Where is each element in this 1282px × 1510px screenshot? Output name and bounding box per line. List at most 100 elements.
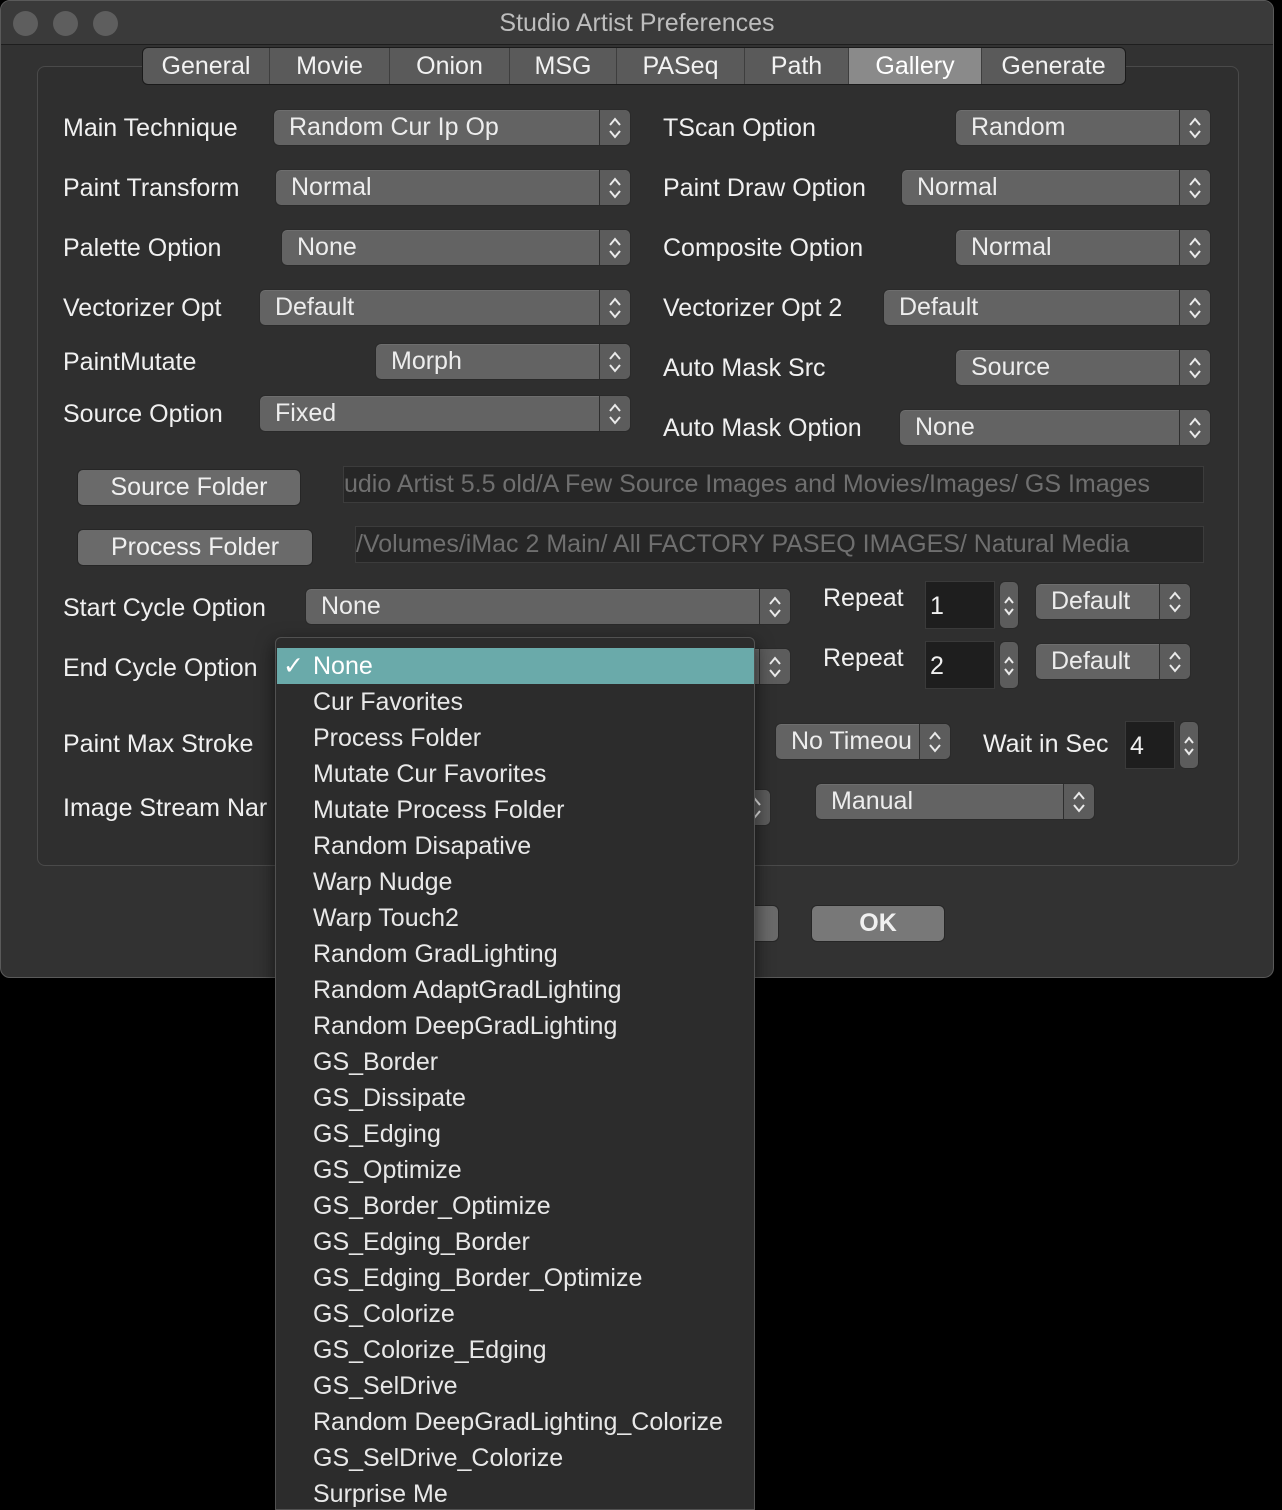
menu-item[interactable]: GS_Edging_Border_Optimize bbox=[277, 1260, 754, 1296]
menu-item[interactable]: GS_SelDrive_Colorize bbox=[277, 1440, 754, 1476]
tab-msg[interactable]: MSG bbox=[510, 48, 617, 84]
start-cycle-option-value: None bbox=[321, 592, 381, 620]
tab-generate[interactable]: Generate bbox=[982, 48, 1125, 84]
source-option-label: Source Option bbox=[63, 400, 223, 428]
start-repeat-field[interactable]: 1 bbox=[925, 581, 995, 629]
paint-transform-value: Normal bbox=[291, 173, 372, 201]
vectorizer-opt-value: Default bbox=[275, 293, 355, 321]
menu-item[interactable]: Random DeepGradLighting bbox=[277, 1008, 754, 1044]
menu-item[interactable]: Random DeepGradLighting_Colorize bbox=[277, 1404, 754, 1440]
process-folder-path: /Volumes/iMac 2 Main/ All FACTORY PASEQ … bbox=[355, 526, 1204, 563]
updown-chevron-icon bbox=[599, 290, 630, 325]
vectorizer-opt-2-popup[interactable]: Default bbox=[883, 289, 1211, 326]
vectorizer-opt-popup[interactable]: Default bbox=[259, 289, 631, 326]
start-cycle-option-label: Start Cycle Option bbox=[63, 594, 266, 622]
menu-item[interactable]: GS_Colorize_Edging bbox=[277, 1332, 754, 1368]
image-stream-mode-value: Manual bbox=[831, 787, 913, 815]
main-technique-label: Main Technique bbox=[63, 114, 238, 142]
tab-path[interactable]: Path bbox=[745, 48, 849, 84]
title-bar[interactable]: Studio Artist Preferences bbox=[1, 1, 1273, 45]
image-stream-name-label: Image Stream Nar bbox=[63, 794, 268, 822]
auto-mask-option-popup[interactable]: None bbox=[899, 409, 1211, 446]
updown-chevron-icon bbox=[1063, 784, 1094, 819]
process-folder-button[interactable]: Process Folder bbox=[77, 529, 313, 566]
wait-in-sec-stepper[interactable] bbox=[1179, 721, 1199, 769]
menu-item[interactable]: GS_Dissipate bbox=[277, 1080, 754, 1116]
wait-in-sec-field[interactable]: 4 bbox=[1125, 721, 1175, 769]
wait-in-sec-label: Wait in Sec bbox=[983, 730, 1109, 758]
updown-chevron-icon bbox=[759, 589, 790, 624]
paint-max-stroke-label: Paint Max Stroke bbox=[63, 730, 254, 758]
menu-item[interactable]: Random Disapative bbox=[277, 828, 754, 864]
start-default-popup[interactable]: Default bbox=[1035, 583, 1191, 620]
end-cycle-option-label: End Cycle Option bbox=[63, 654, 258, 682]
menu-item[interactable]: GS_Optimize bbox=[277, 1152, 754, 1188]
updown-chevron-icon bbox=[599, 110, 630, 145]
paint-transform-popup[interactable]: Normal bbox=[275, 169, 631, 206]
tscan-option-value: Random bbox=[971, 113, 1066, 141]
palette-option-popup[interactable]: None bbox=[281, 229, 631, 266]
auto-mask-src-popup[interactable]: Source bbox=[955, 349, 1211, 386]
tab-movie[interactable]: Movie bbox=[270, 48, 390, 84]
composite-option-popup[interactable]: Normal bbox=[955, 229, 1211, 266]
start-cycle-option-popup[interactable]: None bbox=[305, 588, 791, 625]
paint-draw-option-popup[interactable]: Normal bbox=[901, 169, 1211, 206]
end-cycle-option-menu: ✓ None Cur Favorites Process Folder Mutate C… bbox=[275, 637, 755, 1510]
start-default-value: Default bbox=[1051, 587, 1131, 615]
tab-onion[interactable]: Onion bbox=[390, 48, 510, 84]
palette-option-label: Palette Option bbox=[63, 234, 222, 262]
start-repeat-label: Repeat bbox=[823, 584, 904, 612]
vectorizer-opt-2-value: Default bbox=[899, 293, 979, 321]
menu-item[interactable]: Mutate Process Folder bbox=[277, 792, 754, 828]
paint-mutate-label: PaintMutate bbox=[63, 348, 197, 376]
menu-item[interactable]: ✓ None bbox=[277, 648, 754, 684]
menu-item[interactable]: Process Folder bbox=[277, 720, 754, 756]
menu-item[interactable]: Surprise Me bbox=[277, 1476, 754, 1510]
updown-chevron-icon bbox=[1179, 410, 1210, 445]
menu-item[interactable]: GS_Border bbox=[277, 1044, 754, 1080]
updown-chevron-icon bbox=[599, 170, 630, 205]
tab-general[interactable]: General bbox=[143, 48, 270, 84]
checkmark-icon: ✓ bbox=[283, 652, 304, 680]
menu-item[interactable]: GS_Colorize bbox=[277, 1296, 754, 1332]
image-stream-mode-popup[interactable]: Manual bbox=[815, 783, 1095, 820]
menu-item[interactable]: GS_Edging_Border bbox=[277, 1224, 754, 1260]
updown-chevron-icon bbox=[759, 649, 790, 684]
updown-chevron-icon bbox=[1179, 290, 1210, 325]
menu-item[interactable]: GS_Edging bbox=[277, 1116, 754, 1152]
end-default-value: Default bbox=[1051, 647, 1131, 675]
source-folder-path: udio Artist 5.5 old/A Few Source Images … bbox=[343, 466, 1204, 503]
start-repeat-stepper[interactable] bbox=[999, 581, 1019, 629]
window-title: Studio Artist Preferences bbox=[499, 9, 775, 37]
end-repeat-stepper[interactable] bbox=[999, 641, 1019, 689]
paint-draw-option-label: Paint Draw Option bbox=[663, 174, 866, 202]
main-technique-value: Random Cur Ip Op bbox=[289, 113, 499, 141]
menu-item[interactable]: Random AdaptGradLighting bbox=[277, 972, 754, 1008]
tscan-option-popup[interactable]: Random bbox=[955, 109, 1211, 146]
main-technique-popup[interactable]: Random Cur Ip Op bbox=[273, 109, 631, 146]
vectorizer-opt-label: Vectorizer Opt bbox=[63, 294, 222, 322]
menu-item[interactable]: Cur Favorites bbox=[277, 684, 754, 720]
menu-item[interactable]: Mutate Cur Favorites bbox=[277, 756, 754, 792]
tab-paseq[interactable]: PASeq bbox=[617, 48, 745, 84]
source-option-value: Fixed bbox=[275, 399, 337, 427]
menu-item[interactable]: GS_SelDrive bbox=[277, 1368, 754, 1404]
menu-item[interactable]: GS_Border_Optimize bbox=[277, 1188, 754, 1224]
source-option-popup[interactable]: Fixed bbox=[259, 395, 631, 432]
ok-button[interactable]: OK bbox=[811, 905, 945, 942]
tab-bar: General Movie Onion MSG PASeq Path Galle… bbox=[142, 47, 1126, 85]
menu-item[interactable]: Random GradLighting bbox=[277, 936, 754, 972]
menu-item[interactable]: Warp Touch2 bbox=[277, 900, 754, 936]
auto-mask-option-value: None bbox=[915, 413, 975, 441]
updown-chevron-icon bbox=[1179, 230, 1210, 265]
updown-chevron-icon bbox=[919, 724, 950, 759]
end-repeat-field[interactable]: 2 bbox=[925, 641, 995, 689]
paint-mutate-popup[interactable]: Morph bbox=[375, 343, 631, 380]
source-folder-button[interactable]: Source Folder bbox=[77, 469, 301, 506]
tab-gallery[interactable]: Gallery bbox=[849, 48, 982, 84]
menu-item[interactable]: Warp Nudge bbox=[277, 864, 754, 900]
auto-mask-src-value: Source bbox=[971, 353, 1051, 381]
timeout-popup[interactable]: No Timeou bbox=[775, 723, 951, 760]
end-default-popup[interactable]: Default bbox=[1035, 643, 1191, 680]
composite-option-label: Composite Option bbox=[663, 234, 864, 262]
